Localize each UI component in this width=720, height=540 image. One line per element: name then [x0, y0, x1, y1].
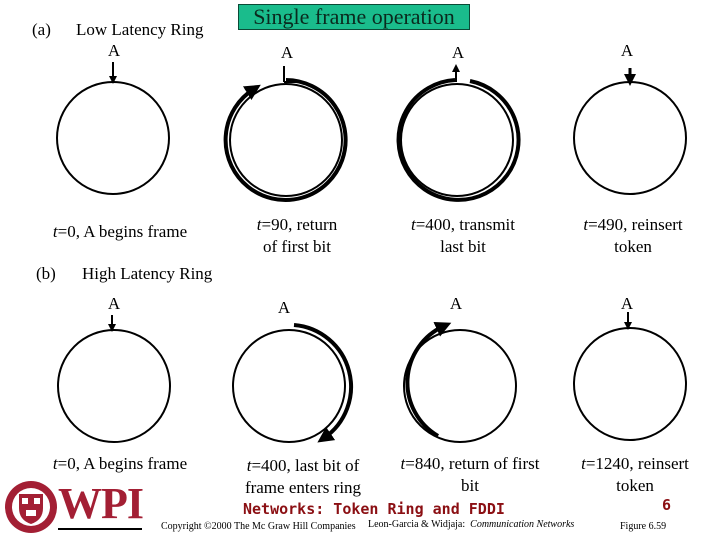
frame-arc-a3: [396, 78, 521, 202]
caption-a2: t=90, return of first bit: [256, 215, 338, 256]
caption-b3: t=840, return of first bit: [400, 454, 540, 495]
caption-b2: t=400, last bit of frame enters ring: [244, 456, 362, 497]
frame-arc-a2: [223, 78, 348, 202]
caption-a3: t=400, transmit last bit: [410, 215, 516, 256]
ring-a3: [400, 83, 514, 197]
caption-b4: t=1240, reinsert token: [581, 454, 689, 495]
figure-number: Figure 6.59: [620, 521, 667, 532]
course-title: Networks: Token Ring and FDDI: [243, 500, 505, 518]
footer-authors: Leon-Garcia & Widjaja: Communication Net…: [368, 519, 575, 530]
ring-a2: [229, 83, 343, 197]
caption-a4: t=490, reinsert token: [583, 215, 683, 256]
copyright-text: Copyright ©2000 The Mc Graw Hill Compani…: [161, 521, 356, 532]
ring-a4: [573, 81, 687, 195]
ring-b4: [573, 327, 687, 441]
caption-b1: t=0, A begins frame: [52, 454, 188, 473]
caption-a1: t=0, A begins frame: [52, 222, 188, 241]
wpi-seal-icon: [5, 481, 57, 533]
ring-b2: [232, 329, 346, 443]
ring-b1: [57, 329, 171, 443]
wpi-logo-text: WPI: [58, 479, 144, 528]
slide-number: 6: [662, 496, 672, 514]
ring-a1: [56, 81, 170, 195]
logo-underline: [58, 528, 142, 530]
